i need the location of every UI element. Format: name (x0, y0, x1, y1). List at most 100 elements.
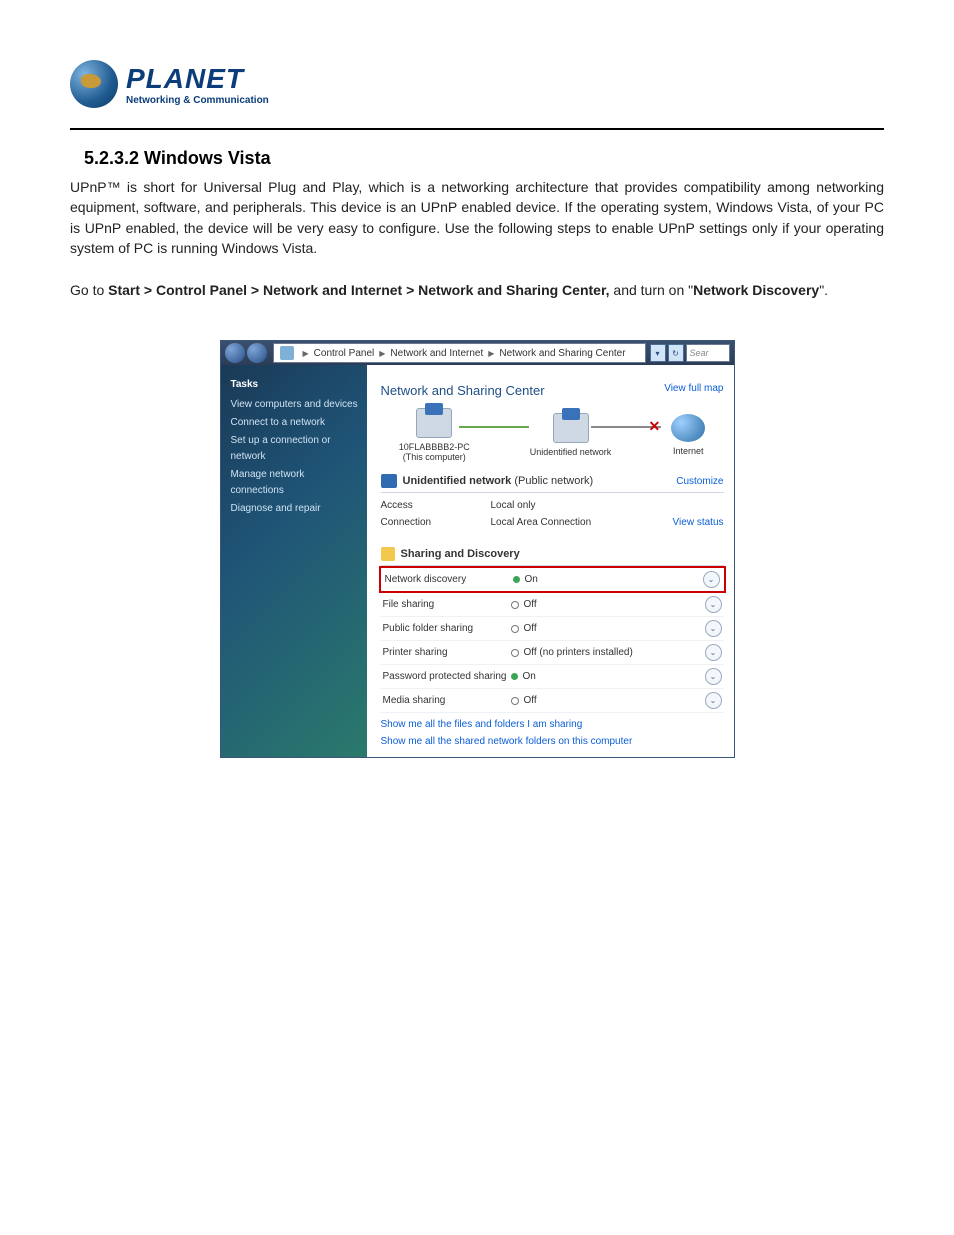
control-panel-icon (280, 346, 294, 360)
divider (70, 128, 884, 130)
sharing-row-value: On (523, 671, 536, 682)
sharing-row-value: On (525, 574, 538, 585)
breadcrumb[interactable]: ▶ Control Panel ▶ Network and Internet ▶… (273, 343, 646, 363)
expand-button[interactable]: ⌄ (705, 620, 722, 637)
status-off-icon (511, 601, 519, 609)
sharing-title: Sharing and Discovery (401, 548, 520, 560)
task-item[interactable]: Manage network connections (231, 467, 359, 499)
section-heading: 5.2.3.2 Windows Vista (84, 148, 884, 169)
status-on-icon (511, 673, 518, 680)
map-node-pc: 10FLABBBB2-PC (This computer) (399, 408, 470, 462)
intro-paragraph: UPnP™ is short for Universal Plug and Pl… (70, 177, 884, 258)
internet-icon (671, 414, 705, 442)
refresh-button[interactable]: ↻ (668, 344, 684, 362)
sharing-header: Sharing and Discovery (381, 543, 724, 566)
network-icon (553, 413, 589, 443)
network-map: ✕ 10FLABBBB2-PC (This computer) Unidenti… (381, 408, 724, 462)
map-node-label: Unidentified network (530, 447, 612, 457)
main-pane: Network and Sharing Center View full map… (367, 365, 734, 757)
instr-seg-path: Start > Control Panel > Network and Inte… (108, 282, 609, 298)
view-full-map-link[interactable]: View full map (664, 383, 723, 394)
globe-icon (70, 60, 118, 108)
crumb-2[interactable]: Network and Internet (390, 348, 483, 359)
sharing-row: Password protected sharing On ⌄ (381, 665, 724, 689)
instr-seg-a: Go to (70, 282, 108, 298)
task-item[interactable]: Connect to a network (231, 415, 359, 431)
tasks-heading: Tasks (231, 377, 359, 393)
expand-button[interactable]: ⌄ (705, 692, 722, 709)
task-item[interactable]: Set up a connection or network (231, 433, 359, 465)
address-bar: ▶ Control Panel ▶ Network and Internet ▶… (221, 341, 734, 365)
network-cat-icon (381, 474, 397, 488)
forward-button[interactable] (247, 343, 267, 363)
sharing-icon (381, 547, 395, 561)
access-label: Access (381, 500, 491, 511)
connection-value: Local Area Connection (491, 517, 673, 528)
access-value: Local only (491, 500, 724, 511)
customize-link[interactable]: Customize (676, 476, 723, 487)
connection-label: Connection (381, 517, 491, 528)
chevron-right-icon: ▶ (303, 349, 309, 358)
sharing-row-status: On (511, 671, 705, 682)
sharing-row-label: Password protected sharing (383, 671, 511, 682)
view-status-link[interactable]: View status (673, 517, 724, 528)
sharing-row-status: Off (511, 695, 705, 706)
crumb-1[interactable]: Control Panel (314, 348, 375, 359)
status-off-icon (511, 697, 519, 705)
sharing-row-value: Off (524, 599, 537, 610)
sharing-row: Printer sharing Off (no printers installe… (381, 641, 724, 665)
instruction-paragraph: Go to Start > Control Panel > Network an… (70, 280, 884, 300)
brand-name: PLANET (126, 63, 269, 95)
sharing-row-label: Network discovery (385, 574, 513, 585)
show-folders-link[interactable]: Show me all the shared network folders o… (381, 736, 724, 747)
chevron-right-icon: ▶ (488, 349, 494, 358)
expand-button[interactable]: ⌄ (705, 668, 722, 685)
vista-screenshot: ▶ Control Panel ▶ Network and Internet ▶… (220, 340, 735, 758)
expand-button[interactable]: ⌄ (705, 596, 722, 613)
map-node-network: Unidentified network (530, 413, 612, 457)
sharing-row-status: Off (511, 599, 705, 610)
page-title: Network and Sharing Center (381, 383, 545, 398)
map-node-sublabel: (This computer) (399, 452, 470, 462)
sharing-row-value: Off (524, 623, 537, 634)
expand-button[interactable]: ⌄ (705, 644, 722, 661)
sharing-row: Media sharing Off ⌄ (381, 689, 724, 713)
sharing-row-value: Off (524, 695, 537, 706)
show-files-link[interactable]: Show me all the files and folders I am s… (381, 719, 724, 730)
search-input[interactable]: Sear (686, 344, 730, 362)
disconnected-x-icon: ✕ (649, 418, 661, 435)
network-name: Unidentified network (403, 475, 512, 487)
pc-icon (416, 408, 452, 438)
connection-row: Connection Local Area Connection View st… (381, 514, 724, 531)
back-button[interactable] (225, 343, 245, 363)
expand-button[interactable]: ⌄ (703, 571, 720, 588)
instr-seg-c: and turn on " (610, 282, 694, 298)
map-node-internet: Internet (671, 414, 705, 456)
crumb-3[interactable]: Network and Sharing Center (499, 348, 625, 359)
sharing-row-value: Off (no printers installed) (524, 647, 633, 658)
sharing-row-label: Printer sharing (383, 647, 511, 658)
task-item[interactable]: Diagnose and repair (231, 501, 359, 517)
sharing-row: Network discovery On ⌄ (379, 566, 726, 593)
network-type: (Public network) (511, 475, 593, 487)
sharing-row-status: Off (511, 623, 705, 634)
instr-seg-d: Network Discovery (693, 282, 819, 298)
status-on-icon (513, 576, 520, 583)
status-off-icon (511, 625, 519, 633)
address-dropdown[interactable]: ▾ (650, 344, 666, 362)
map-node-label: Internet (671, 446, 705, 456)
network-header: Unidentified network (Public network) Cu… (381, 474, 724, 493)
map-connector (459, 426, 529, 428)
brand-logo: PLANET Networking & Communication (70, 60, 884, 108)
status-off-icon (511, 649, 519, 657)
sharing-row-status: Off (no printers installed) (511, 647, 705, 658)
task-item[interactable]: View computers and devices (231, 397, 359, 413)
access-row: Access Local only (381, 497, 724, 514)
sharing-row-status: On (513, 574, 703, 585)
sharing-row-label: Media sharing (383, 695, 511, 706)
sharing-row: File sharingOff⌄ (381, 593, 724, 617)
sharing-row: Public folder sharing Off ⌄ (381, 617, 724, 641)
map-node-label: 10FLABBBB2-PC (399, 442, 470, 452)
chevron-right-icon: ▶ (379, 349, 385, 358)
sharing-row-label: Public folder sharing (383, 623, 511, 634)
